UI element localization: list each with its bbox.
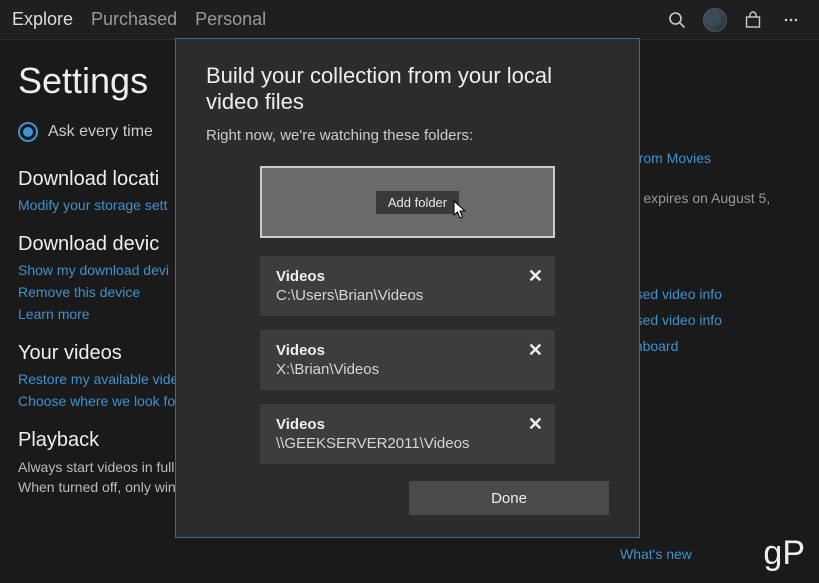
folder-item[interactable]: Videos C:\Users\Brian\Videos ✕ [260,256,555,316]
link-movies-2[interactable]: e [620,166,810,182]
close-icon[interactable]: ✕ [528,266,543,287]
close-icon[interactable]: ✕ [528,414,543,435]
dialog-title: Build your collection from your local vi… [206,63,609,115]
search-icon[interactable] [661,4,693,36]
gp-logo: gP [763,534,805,573]
link-purchased-info-1[interactable]: hased video info [620,286,810,302]
right-column: ct from Movies e ent expires on August 5… [620,150,810,364]
radio-label: Ask every time [48,123,153,141]
folder-name: Videos [276,342,539,359]
radio-icon [18,122,38,142]
link-purchased-info-2[interactable]: hased video info [620,312,810,328]
tab-purchased[interactable]: Purchased [91,9,177,30]
user-avatar[interactable] [699,4,731,36]
top-tabs: Explore Purchased Personal [12,9,266,30]
expire-text: ent expires on August 5, [620,190,810,206]
close-icon[interactable]: ✕ [528,340,543,361]
build-collection-dialog: Build your collection from your local vi… [175,38,640,538]
tab-personal[interactable]: Personal [195,9,266,30]
folder-path: X:\Brian\Videos [276,361,539,378]
link-dashboard[interactable]: ashboard [620,338,810,354]
store-icon[interactable] [737,4,769,36]
more-icon[interactable] [775,4,807,36]
link-whats-new[interactable]: What's new [620,546,692,562]
folder-name: Videos [276,268,539,285]
folder-item[interactable]: Videos X:\Brian\Videos ✕ [260,330,555,390]
link-movies-1[interactable]: ct from Movies [620,150,810,166]
folder-path: C:\Users\Brian\Videos [276,287,539,304]
folder-name: Videos [276,416,539,433]
top-bar: Explore Purchased Personal [0,0,819,40]
add-folder-label: Add folder [388,195,447,210]
folder-item[interactable]: Videos \\GEEKSERVER2011\Videos ✕ [260,404,555,464]
dialog-subtitle: Right now, we're watching these folders: [206,127,609,144]
tab-explore[interactable]: Explore [12,9,73,30]
add-folder-button[interactable]: + Add folder [260,166,555,238]
folder-path: \\GEEKSERVER2011\Videos [276,435,539,452]
done-button[interactable]: Done [409,481,609,515]
